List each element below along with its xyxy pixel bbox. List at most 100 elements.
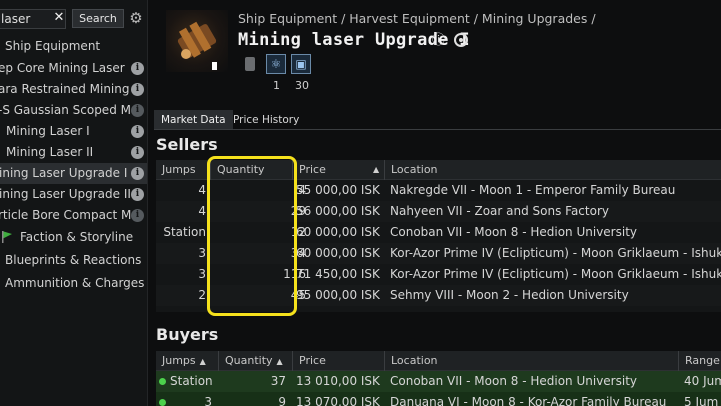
column-jumps[interactable]: Jumps ▲: [162, 351, 206, 371]
sidebar-item-label: Faction & Storyline: [20, 230, 134, 244]
sidebar-item-label: ining Laser Upgrade II: [0, 187, 131, 201]
cell-price: 60 000,00 ISK: [296, 225, 380, 239]
info-icon[interactable]: i: [131, 104, 144, 117]
required-skill-chip[interactable]: ▣: [291, 54, 311, 74]
buyers-table-header: Jumps ▲ Quantity ▲ Price Location Range: [156, 351, 721, 371]
info-circle-icon[interactable]: ⓘ: [432, 34, 446, 48]
cell-location: Sehmy VIII - Moon 2 - Hedion University: [390, 288, 629, 302]
sidebar-item-blueprints-reactions[interactable]: Blueprints & Reactions: [0, 250, 147, 271]
cell-jumps: 4: [198, 183, 206, 197]
sidebar-item-ammunition-charges[interactable]: Ammunition & Charges: [0, 273, 147, 294]
cell-jumps: 3: [198, 267, 206, 281]
column-label: Jumps: [162, 354, 196, 367]
sidebar-item-label: Mining Laser II: [6, 145, 94, 159]
sidebar-item-mining-laser-2[interactable]: Mining Laser II i: [0, 142, 147, 163]
column-label: Location: [391, 354, 438, 367]
column-label: Location: [391, 163, 438, 176]
info-icon[interactable]: i: [131, 62, 144, 75]
cell-quantity: 37: [270, 374, 286, 388]
sidebar-item-label: rticle Bore Compact M: [0, 208, 132, 222]
quantity-highlight-annotation: [207, 156, 297, 316]
column-label: Price: [299, 163, 326, 176]
column-label: Price: [299, 354, 326, 367]
cell-location: Kor-Azor Prime IV (Eclipticum) - Moon Gr…: [390, 267, 721, 281]
faction-flag-icon: [2, 231, 12, 243]
column-price[interactable]: Price: [292, 351, 382, 371]
column-jumps[interactable]: Jumps: [162, 160, 196, 180]
required-skill-atom[interactable]: ⚛: [266, 54, 286, 74]
cell-price: 95 000,00 ISK: [296, 288, 380, 302]
tab-market-data[interactable]: Market Data: [154, 110, 233, 130]
cell-jumps: 3: [204, 395, 212, 406]
sidebar-item-label: Blueprints & Reactions: [5, 253, 142, 267]
atom-icon: ⚛: [270, 57, 282, 71]
mining-upgrade-icon: [177, 21, 217, 70]
cell-range: 5 Jum: [684, 395, 719, 406]
market-browser-sidebar: ✕ Search ⚙ Ship Equipment ep Core Mining…: [0, 0, 148, 406]
skill-count: 30: [295, 79, 309, 92]
column-location[interactable]: Location: [384, 160, 721, 180]
column-range[interactable]: Range: [678, 351, 721, 371]
search-button[interactable]: Search: [72, 9, 124, 28]
sort-ascending-icon: ▲: [276, 357, 283, 366]
cell-location: Conoban VII - Moon 8 - Hedion University: [390, 225, 638, 239]
item-icon[interactable]: [166, 10, 228, 72]
cell-location: Nakregde VII - Moon 1 - Emperor Family B…: [390, 183, 676, 197]
sidebar-item-ship-equipment[interactable]: Ship Equipment: [0, 36, 147, 57]
cell-price: 13 010,00 ISK: [296, 374, 380, 388]
target-icon[interactable]: [454, 33, 468, 47]
sidebar-item-label: ining Laser Upgrade I: [0, 166, 128, 180]
sidebar-item-mining-laser-upgrade-1[interactable]: ining Laser Upgrade I i: [0, 163, 147, 184]
column-price[interactable]: Price ▲: [292, 160, 382, 180]
cell-location: Nahyeen VII - Zoar and Sons Factory: [390, 204, 609, 218]
sidebar-item-label: Ammunition & Charges: [5, 276, 145, 290]
cell-jumps: 4: [198, 204, 206, 218]
sellers-title: Sellers: [156, 135, 218, 154]
info-icon[interactable]: i: [131, 167, 144, 180]
clear-search-icon[interactable]: ✕: [52, 10, 66, 26]
cell-location: Danuana VI - Moon 8 - Kor-Azor Family Bu…: [390, 395, 667, 406]
column-location[interactable]: Location: [384, 351, 678, 371]
cell-price: 71 450,00 ISK: [296, 267, 380, 281]
cell-jumps: Station: [170, 374, 213, 388]
sidebar-item-faction-storyline[interactable]: Faction & Storyline: [0, 227, 147, 248]
tab-price-history[interactable]: Price History: [226, 110, 306, 130]
cell-location: Kor-Azor Prime IV (Eclipticum) - Moon Gr…: [390, 246, 721, 260]
gear-icon[interactable]: ⚙: [128, 9, 144, 27]
sidebar-item-label: Mining Laser I: [6, 124, 90, 138]
trash-icon[interactable]: [245, 57, 255, 71]
sidebar-item-label: Ship Equipment: [5, 39, 101, 53]
sidebar-item-mining-laser-upgrade-2[interactable]: ining Laser Upgrade II i: [0, 184, 147, 205]
buyers-title: Buyers: [156, 325, 219, 344]
cell-price: 13 070,00 ISK: [296, 395, 380, 406]
info-icon[interactable]: i: [131, 125, 144, 138]
buyers-table: Jumps ▲ Quantity ▲ Price Location Range St…: [156, 351, 721, 406]
cell-jumps: 3: [198, 246, 206, 260]
column-quantity[interactable]: Quantity ▲: [218, 351, 290, 371]
info-icon[interactable]: i: [131, 209, 144, 222]
sidebar-item-mining-laser-1[interactable]: Mining Laser I i: [0, 121, 147, 142]
sidebar-item-label: ep Core Mining Laser: [0, 61, 125, 75]
breadcrumb[interactable]: Ship Equipment / Harvest Equipment / Min…: [238, 11, 596, 26]
search-row: ✕ Search ⚙: [0, 8, 147, 30]
sidebar-item-deep-core-mining-laser[interactable]: ep Core Mining Laser i: [0, 58, 147, 79]
sidebar-item-particle-bore-compact[interactable]: rticle Bore Compact M i: [0, 205, 147, 226]
column-label: Quantity: [225, 354, 273, 367]
table-row[interactable]: 3 9 13 070,00 ISK Danuana VI - Moon 8 - …: [156, 392, 721, 406]
skill-count: 1: [273, 79, 280, 92]
sidebar-item-restrained-mining[interactable]: ara Restrained Mining i: [0, 79, 147, 100]
info-icon[interactable]: i: [131, 188, 144, 201]
sidebar-item-label: -S Gaussian Scoped M: [0, 103, 131, 117]
cell-quantity: 9: [278, 395, 286, 406]
cell-price: 55 000,00 ISK: [296, 183, 380, 197]
cell-price: 60 000,00 ISK: [296, 246, 380, 260]
cell-price: 56 000,00 ISK: [296, 204, 380, 218]
table-row[interactable]: Station 37 13 010,00 ISK Conoban VII - M…: [156, 371, 721, 392]
info-icon[interactable]: i: [131, 83, 144, 96]
info-icon[interactable]: i: [131, 146, 144, 159]
tab-divider: [154, 129, 721, 130]
cell-location: Conoban VII - Moon 8 - Hedion University: [390, 374, 638, 388]
sidebar-item-gaussian-scoped[interactable]: -S Gaussian Scoped M i: [0, 100, 147, 121]
station-indicator-icon: [159, 378, 166, 385]
column-label: Range: [685, 354, 720, 367]
